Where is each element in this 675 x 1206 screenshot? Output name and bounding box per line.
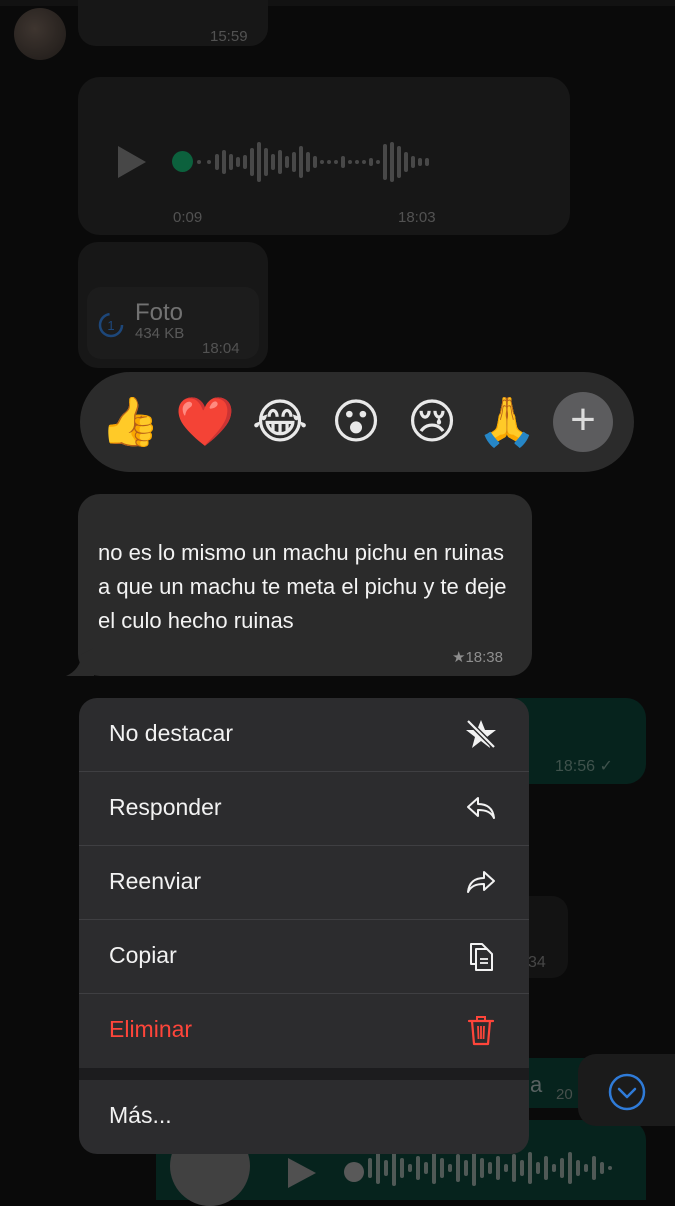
menu-label: Más... xyxy=(109,1102,172,1128)
sent-time: 18:56 ✓ xyxy=(555,758,613,775)
behind-time: 34 xyxy=(528,954,546,971)
photo-time: 18:04 xyxy=(202,340,240,357)
reaction-tears-of-joy[interactable]: 😂 xyxy=(249,386,311,458)
menu-item-delete[interactable]: Eliminar xyxy=(79,994,529,1068)
forward-icon xyxy=(467,871,495,893)
reaction-surprised[interactable]: 😮 xyxy=(325,386,387,458)
menu-label: Responder xyxy=(109,794,222,820)
message-text: no es lo mismo un machu pichu en ruinas … xyxy=(98,540,507,633)
reaction-red-heart[interactable]: ❤️ xyxy=(174,386,236,458)
loading-icon: 1 xyxy=(98,312,124,338)
voice-progress-dot-bottom[interactable] xyxy=(344,1162,364,1182)
menu-item-reply[interactable]: Responder xyxy=(79,772,529,846)
photo-size: 434 KB xyxy=(135,325,185,342)
play-icon-bottom[interactable] xyxy=(288,1158,316,1188)
svg-text:1: 1 xyxy=(107,318,114,333)
menu-item-copy[interactable]: Copiar xyxy=(79,920,529,994)
menu-label: Reenviar xyxy=(109,868,202,894)
top-message-time: 15:59 xyxy=(210,28,248,45)
menu-label: Copiar xyxy=(109,942,177,968)
chevron-down-icon[interactable] xyxy=(607,1072,647,1112)
trash-icon xyxy=(467,1016,495,1046)
voice-progress-dot[interactable] xyxy=(172,151,193,172)
voice-elapsed: 0:09 xyxy=(173,209,203,226)
reaction-crying[interactable]: 😢 xyxy=(401,386,463,458)
play-icon[interactable] xyxy=(118,146,146,178)
waveform-bottom xyxy=(368,1150,612,1186)
menu-separator xyxy=(79,1068,529,1080)
copy-icon xyxy=(470,943,493,971)
avatar xyxy=(14,8,66,60)
menu-item-unstar[interactable]: No destacar xyxy=(79,698,529,772)
behind-text: a xyxy=(530,1072,543,1097)
bubble-tail xyxy=(66,648,94,676)
voice-time: 18:03 xyxy=(398,209,436,226)
context-menu: No destacar Responder Reenviar Copiar El… xyxy=(79,698,529,1154)
waveform xyxy=(197,142,429,182)
menu-label-delete: Eliminar xyxy=(109,1016,193,1042)
behind-time-3: 20 xyxy=(556,1086,573,1103)
reply-icon xyxy=(467,797,495,819)
add-reaction-button[interactable]: + xyxy=(553,392,613,452)
unstar-icon xyxy=(466,719,496,749)
message-time: ★18:38 xyxy=(452,649,503,666)
reaction-folded-hands[interactable]: 🙏 xyxy=(476,386,538,458)
menu-label: No destacar xyxy=(109,720,234,746)
menu-item-forward[interactable]: Reenviar xyxy=(79,846,529,920)
reaction-thumbs-up[interactable]: 👍 xyxy=(99,386,161,458)
menu-item-more[interactable]: Más... xyxy=(79,1080,529,1154)
photo-label: Foto xyxy=(135,299,184,326)
